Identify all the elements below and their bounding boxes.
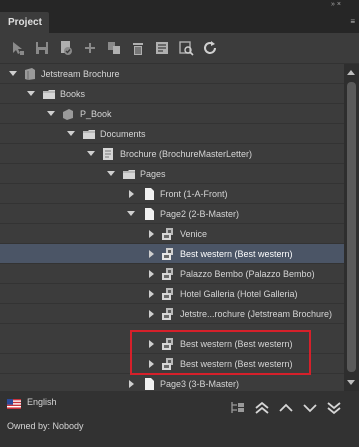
scroll-up-icon[interactable] xyxy=(347,70,355,75)
expand-toggle-icon[interactable] xyxy=(9,71,17,76)
tree-row-label: Best western (Best western) xyxy=(180,359,293,369)
tab-bar: Project ≡ xyxy=(0,9,359,33)
save-icon[interactable] xyxy=(34,40,50,56)
hierarchy-icon[interactable] xyxy=(230,401,246,415)
page-icon xyxy=(145,378,154,390)
refresh-icon[interactable] xyxy=(202,40,218,56)
expand-toggle-icon[interactable] xyxy=(149,250,154,258)
tree-row-label: Front (1-A-Front) xyxy=(160,189,228,199)
tree-row-label: Venice xyxy=(180,229,208,239)
component-icon xyxy=(162,248,173,260)
owner-label: Owned by: Nobody xyxy=(7,421,84,431)
document-icon xyxy=(103,148,113,160)
toolbar xyxy=(0,33,359,63)
folder-icon xyxy=(43,90,55,99)
tree-row[interactable]: Books xyxy=(0,84,344,104)
move-up-icon[interactable] xyxy=(278,401,294,415)
tree-row[interactable]: Documents xyxy=(0,124,344,144)
tree-row-label: Hotel Galleria (Hotel Galleria) xyxy=(180,289,298,299)
tree-row[interactable]: Palazzo Bembo (Palazzo Bembo) xyxy=(0,264,344,284)
component-icon xyxy=(162,338,173,350)
book-icon xyxy=(63,109,73,120)
tree-row-label: Best western (Best western) xyxy=(180,339,293,349)
copy-icon[interactable] xyxy=(106,40,122,56)
tree-row[interactable]: Jetstre...rochure (Jetstream Brochure) xyxy=(0,304,344,324)
expand-toggle-icon[interactable] xyxy=(149,360,154,368)
scroll-thumb[interactable] xyxy=(347,82,356,372)
scroll-down-icon[interactable] xyxy=(347,380,355,385)
expand-toggle-icon[interactable] xyxy=(129,380,134,388)
window-controls[interactable]: » × xyxy=(331,0,341,9)
tree-row[interactable]: Hotel Galleria (Hotel Galleria) xyxy=(0,284,344,304)
tree-row[interactable]: Pages xyxy=(0,164,344,184)
status-bar: English Owned by: Nobody xyxy=(0,391,359,447)
tree-row-selected[interactable]: Best western (Best western) xyxy=(0,244,344,264)
add-icon[interactable] xyxy=(82,40,98,56)
tree-row[interactable]: Page3 (3-B-Master) xyxy=(0,374,344,391)
tree-scrollbar[interactable] xyxy=(344,64,359,391)
folder-icon xyxy=(123,170,135,179)
move-to-top-icon[interactable] xyxy=(254,401,270,415)
tree-row-label: Documents xyxy=(100,129,146,139)
component-icon xyxy=(162,308,173,320)
tree-row-label: Brochure (BrochureMasterLetter) xyxy=(120,149,253,159)
page-icon xyxy=(145,188,154,200)
expand-toggle-icon[interactable] xyxy=(149,270,154,278)
pointer-icon[interactable] xyxy=(10,40,26,56)
tree-row[interactable]: Page2 (2-B-Master) xyxy=(0,204,344,224)
tree-row[interactable]: P_Book xyxy=(0,104,344,124)
panel-top-strip: » × xyxy=(0,0,359,9)
tree-row-label: Pages xyxy=(140,169,166,179)
expand-toggle-icon[interactable] xyxy=(129,190,134,198)
component-icon xyxy=(162,288,173,300)
tree-row-label: P_Book xyxy=(80,109,112,119)
project-tree: Jetstream Brochure Books P_Book Document… xyxy=(0,64,344,391)
expand-toggle-icon[interactable] xyxy=(149,290,154,298)
component-icon xyxy=(162,358,173,370)
tree-row-label: Books xyxy=(60,89,86,99)
expand-toggle-icon[interactable] xyxy=(149,230,154,238)
properties-icon[interactable] xyxy=(154,40,170,56)
tree-row[interactable]: Front (1-A-Front) xyxy=(0,184,344,204)
tab-project[interactable]: Project xyxy=(0,12,49,33)
book-icon xyxy=(25,68,35,80)
tree-row-label: Page2 (2-B-Master) xyxy=(160,209,240,219)
component-icon xyxy=(162,268,173,280)
tree-row-label: Best western (Best western) xyxy=(180,249,293,259)
move-down-icon[interactable] xyxy=(302,401,318,415)
expand-toggle-icon[interactable] xyxy=(149,310,154,318)
tree-row-label: Jetstre...rochure (Jetstream Brochure) xyxy=(180,309,333,319)
tree-row-label: Page3 (3-B-Master) xyxy=(160,379,240,389)
language-label: English xyxy=(27,397,57,407)
delete-icon[interactable] xyxy=(130,40,146,56)
page-icon xyxy=(145,208,154,220)
preview-icon[interactable] xyxy=(178,40,194,56)
expand-toggle-icon[interactable] xyxy=(67,131,75,136)
expand-toggle-icon[interactable] xyxy=(149,340,154,348)
expand-toggle-icon[interactable] xyxy=(27,91,35,96)
tree-row[interactable]: Brochure (BrochureMasterLetter) xyxy=(0,144,344,164)
folder-icon xyxy=(83,130,95,139)
move-to-bottom-icon[interactable] xyxy=(326,401,342,415)
component-icon xyxy=(162,228,173,240)
expand-toggle-icon[interactable] xyxy=(127,211,135,216)
checkin-icon[interactable] xyxy=(58,40,74,56)
tree-row[interactable]: Venice xyxy=(0,224,344,244)
tree-row-label: Palazzo Bembo (Palazzo Bembo) xyxy=(180,269,315,279)
tree-row-label: Jetstream Brochure xyxy=(41,69,120,79)
tree-row[interactable]: Jetstream Brochure xyxy=(0,64,344,84)
expand-toggle-icon[interactable] xyxy=(87,151,95,156)
expand-toggle-icon[interactable] xyxy=(107,171,115,176)
tree-row[interactable]: Best western (Best western) xyxy=(0,354,344,374)
expand-toggle-icon[interactable] xyxy=(47,111,55,116)
panel-menu-icon[interactable]: ≡ xyxy=(350,17,355,26)
us-flag-icon xyxy=(7,399,21,409)
tree-row[interactable]: Best western (Best western) xyxy=(0,334,344,354)
